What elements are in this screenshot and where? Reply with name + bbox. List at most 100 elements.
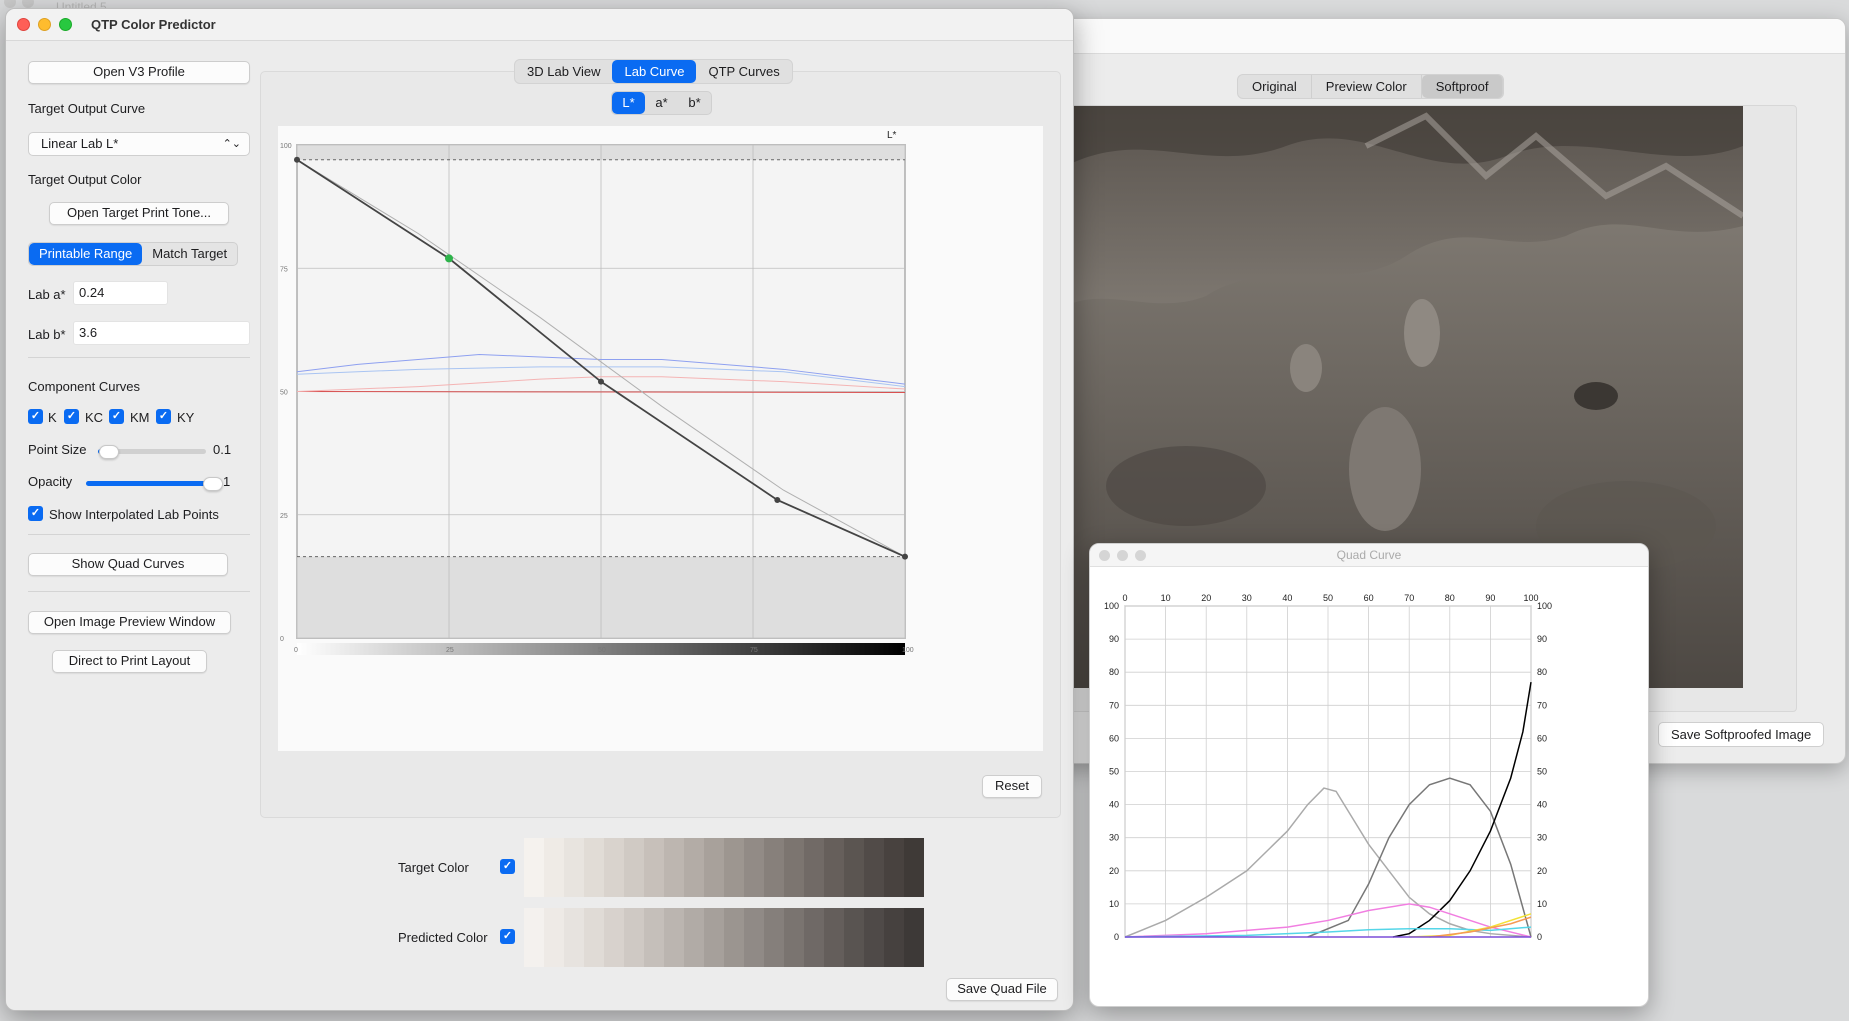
tab-softproof[interactable]: Softproof	[1421, 75, 1504, 98]
segment-b-star[interactable]: b*	[678, 92, 711, 114]
window-controls	[17, 18, 72, 31]
quad-titlebar[interactable]: Quad Curve	[1090, 544, 1648, 567]
preview-titlebar[interactable]	[1051, 19, 1845, 54]
checkbox-target-color[interactable]: ✓	[500, 859, 515, 874]
color-swatch	[744, 908, 764, 967]
opacity-value: 1	[223, 474, 231, 489]
color-swatch	[664, 838, 684, 897]
color-swatch	[684, 908, 704, 967]
point-size-value: 0.1	[213, 442, 232, 457]
y-tick-label-right: 100	[1537, 601, 1552, 611]
color-swatch	[824, 838, 844, 897]
open-v3-profile-button[interactable]: Open V3 Profile	[28, 61, 250, 84]
color-swatch	[524, 838, 544, 897]
main-titlebar[interactable]: QTP Color Predictor	[6, 9, 1073, 41]
color-swatch	[824, 908, 844, 967]
color-swatch	[844, 838, 864, 897]
opacity-slider-fill	[86, 481, 219, 486]
checkbox-ky[interactable]: ✓	[156, 409, 171, 424]
lab-b-field[interactable]: 3.6	[73, 321, 250, 345]
lab-curve-chart[interactable]: 0 25 50 75 100 0 25 50 75 100 L*	[278, 126, 1043, 751]
save-softproofed-button[interactable]: Save Softproofed Image	[1658, 722, 1825, 747]
y-tick-label-right: 40	[1537, 800, 1547, 810]
color-swatch	[544, 838, 564, 897]
x-tick-label: 0	[294, 647, 298, 654]
color-swatch	[564, 908, 584, 967]
reset-button[interactable]: Reset	[982, 775, 1042, 798]
lab-channel-segments: L* a* b*	[611, 91, 712, 115]
curve-point	[774, 496, 781, 503]
curve-point	[445, 254, 453, 263]
tab-original[interactable]: Original	[1238, 75, 1312, 98]
opacity-slider-knob[interactable]	[203, 477, 223, 491]
y-tick-label: 0	[280, 636, 284, 643]
segment-printable-range[interactable]: Printable Range	[29, 243, 143, 265]
point-size-slider-knob[interactable]	[98, 445, 119, 459]
color-swatch	[724, 838, 744, 897]
divider	[28, 357, 250, 358]
color-swatch	[864, 908, 884, 967]
y-tick-label: 0	[1114, 932, 1119, 942]
y-tick-label-right: 80	[1537, 667, 1547, 677]
x-tick-label: 100	[902, 647, 914, 654]
color-swatch	[584, 908, 604, 967]
divider	[28, 534, 250, 535]
y-tick-label: 60	[1109, 733, 1119, 743]
open-image-preview-button[interactable]: Open Image Preview Window	[28, 611, 231, 634]
open-target-print-tone-button[interactable]: Open Target Print Tone...	[49, 202, 229, 225]
color-swatch	[784, 838, 804, 897]
y-tick-label: 70	[1109, 700, 1119, 710]
x-tick-label: 70	[1404, 593, 1414, 603]
color-swatch	[884, 838, 904, 897]
y-tick-label-right: 30	[1537, 833, 1547, 843]
predicted-color-label: Predicted Color	[398, 930, 488, 945]
curve-point	[598, 378, 604, 385]
lab-a-label: Lab a*	[28, 287, 66, 302]
channel-corner-label: L*	[887, 130, 897, 141]
lab-b-label: Lab b*	[28, 327, 66, 342]
color-swatch	[604, 908, 624, 967]
checkbox-predicted-color[interactable]: ✓	[500, 929, 515, 944]
color-swatch	[844, 908, 864, 967]
segment-l-star[interactable]: L*	[612, 92, 645, 114]
y-tick-label: 100	[1104, 601, 1119, 611]
close-icon[interactable]	[17, 18, 30, 31]
lab-a-field[interactable]: 0.24	[73, 281, 168, 305]
zoom-icon[interactable]	[59, 18, 72, 31]
y-tick-label: 25	[280, 513, 288, 520]
curve-point	[294, 156, 300, 163]
tab-lab-curve[interactable]: Lab Curve	[612, 60, 697, 83]
color-swatch	[684, 838, 704, 897]
window-title: QTP Color Predictor	[91, 17, 216, 32]
color-swatch	[804, 908, 824, 967]
segment-a-star[interactable]: a*	[645, 92, 678, 114]
direct-to-print-layout-button[interactable]: Direct to Print Layout	[52, 650, 207, 673]
color-swatch	[884, 908, 904, 967]
target-output-curve-label: Target Output Curve	[28, 101, 146, 116]
component-curves-label: Component Curves	[28, 379, 140, 394]
tab-qtp-curves[interactable]: QTP Curves	[696, 60, 791, 83]
checkbox-kc[interactable]: ✓	[64, 409, 79, 424]
quad-curve-chart[interactable]: 0 10 20 30 40 50 60 70 80 90 1000 010 1020 2030 3040 40…	[1090, 567, 1649, 1007]
tab-preview-color[interactable]: Preview Color	[1312, 75, 1422, 98]
segment-match-target[interactable]: Match Target	[142, 243, 237, 265]
curve-point	[902, 553, 908, 560]
component-ky-label: KY	[177, 410, 195, 425]
x-tick-label: 30	[1242, 593, 1252, 603]
target-output-curve-select[interactable]: Linear Lab L* ⌃⌄	[28, 132, 250, 156]
checkbox-km[interactable]: ✓	[109, 409, 124, 424]
show-quad-curves-button[interactable]: Show Quad Curves	[28, 553, 228, 576]
y-tick-label-right: 90	[1537, 634, 1547, 644]
x-tick-label: 60	[1364, 593, 1374, 603]
y-tick-label-right: 50	[1537, 767, 1547, 777]
tab-3d-lab-view[interactable]: 3D Lab View	[515, 60, 612, 83]
quad-window-title: Quad Curve	[1336, 548, 1402, 562]
checkbox-k[interactable]: ✓	[28, 409, 43, 424]
minimize-icon[interactable]	[38, 18, 51, 31]
preview-tabs: Original Preview Color Softproof	[1237, 74, 1505, 99]
checkbox-show-interpolated[interactable]: ✓	[28, 506, 43, 521]
x-tick-label: 40	[1282, 593, 1292, 603]
y-tick-label: 100	[280, 143, 292, 150]
opacity-label: Opacity	[28, 474, 73, 489]
save-quad-file-button[interactable]: Save Quad File	[946, 978, 1058, 1001]
